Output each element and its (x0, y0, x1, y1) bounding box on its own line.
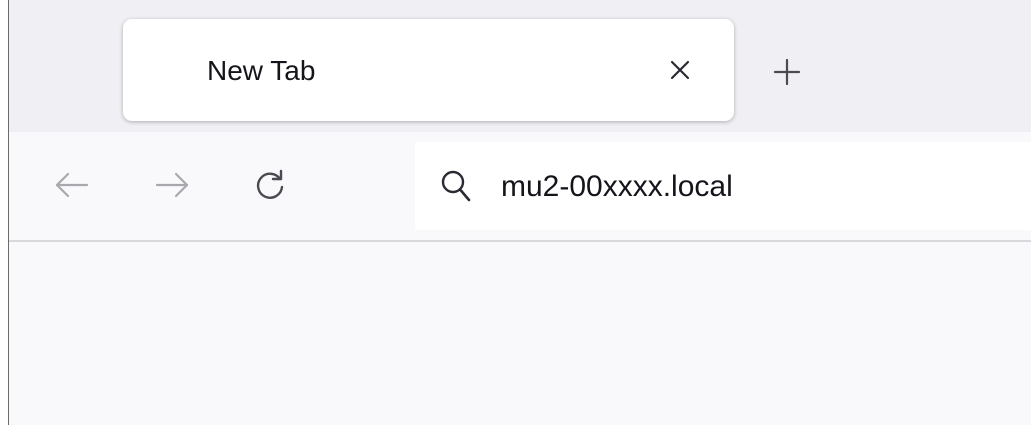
tab-new-tab[interactable]: New Tab (123, 19, 734, 121)
arrow-right-icon (155, 172, 189, 198)
arrow-left-icon (55, 172, 89, 198)
window-edge (0, 0, 9, 425)
page-content (9, 242, 1031, 425)
plus-icon[interactable] (767, 52, 807, 92)
tab-title: New Tab (207, 55, 316, 86)
tab-strip: New Tab (9, 0, 1031, 132)
browser-window: New Tab mu2-00xxxx.local (0, 0, 1031, 425)
navigation-toolbar: mu2-00xxxx.local (9, 132, 1031, 242)
forward-button[interactable] (149, 162, 195, 208)
reload-icon (256, 169, 284, 199)
address-bar-text[interactable]: mu2-00xxxx.local (501, 170, 733, 204)
reload-button[interactable] (247, 162, 293, 208)
close-icon[interactable] (665, 55, 695, 85)
back-button[interactable] (49, 162, 95, 208)
address-bar[interactable]: mu2-00xxxx.local (415, 142, 1031, 230)
search-icon (439, 168, 473, 204)
